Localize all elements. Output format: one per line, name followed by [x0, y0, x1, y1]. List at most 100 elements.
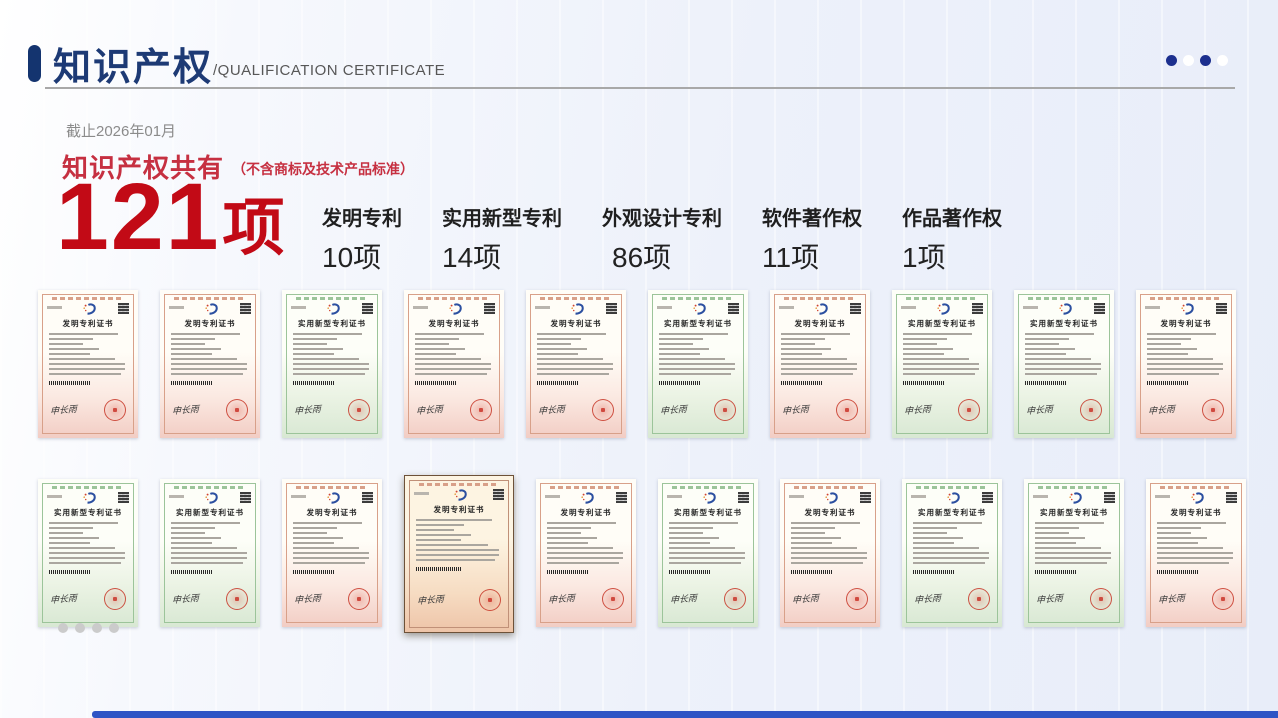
pager-dot[interactable] — [1166, 55, 1177, 66]
red-seal-stamp — [226, 588, 248, 610]
pagination-dot[interactable] — [92, 623, 102, 633]
certificate-thumbnail[interactable]: 发明专利证书 申长雨 — [780, 479, 880, 627]
cnipa-logo-icon — [946, 492, 963, 504]
certificate-border: 发明专利证书 申长雨 — [540, 483, 632, 623]
pager-dot[interactable] — [1183, 55, 1194, 66]
certificate-text-lines — [49, 333, 127, 378]
pagination-dot[interactable] — [109, 623, 119, 633]
qr-code — [484, 303, 495, 314]
certificate-thumbnail[interactable]: 实用新型专利证书 申长雨 — [282, 290, 382, 438]
certificate-thumbnail[interactable]: 实用新型专利证书 申长雨 — [1014, 290, 1114, 438]
certificate-header — [785, 490, 875, 505]
certificate-footer: 申长雨 — [50, 575, 126, 622]
certificate-footer: 申长雨 — [294, 575, 370, 622]
certificate-ornament — [418, 297, 490, 300]
certificate-header — [287, 490, 377, 505]
certificate-number-text — [535, 306, 550, 309]
qr-code — [240, 492, 251, 503]
cnipa-logo-icon — [702, 492, 719, 504]
certificate-thumbnail[interactable]: 实用新型专利证书 申长雨 — [38, 479, 138, 627]
barcode — [1025, 381, 1066, 385]
certificate-thumbnail[interactable]: 实用新型专利证书 申长雨 — [648, 290, 748, 438]
barcode — [537, 381, 578, 385]
barcode — [171, 570, 212, 574]
certificate-text-lines — [171, 522, 249, 567]
certificate-title: 发明专利证书 — [409, 318, 499, 329]
certificate-signature: 申长雨 — [294, 402, 321, 417]
certificate-text-lines — [416, 519, 502, 564]
certificate-text-lines — [781, 333, 859, 378]
certificate-footer: 申长雨 — [792, 575, 868, 622]
certificate-ornament — [1038, 486, 1110, 489]
certificate-thumbnail[interactable]: 实用新型专利证书 申长雨 — [658, 479, 758, 627]
certificate-ornament — [794, 486, 866, 489]
certificate-footer: 申长雨 — [660, 386, 736, 433]
total-count-unit: 项 — [223, 177, 285, 267]
certificate-number-text — [545, 495, 560, 498]
pager-dot[interactable] — [1200, 55, 1211, 66]
certificate-title: 发明专利证书 — [1151, 507, 1241, 518]
cnipa-logo-icon — [326, 492, 343, 504]
stat-software-copyrights: 软件著作权 11项 — [762, 202, 862, 276]
certificate-title: 实用新型专利证书 — [653, 318, 743, 329]
certificate-ornament — [906, 297, 978, 300]
as-of-date: 截止2026年01月 — [66, 120, 176, 141]
cnipa-logo-icon — [204, 303, 221, 315]
pager-dot[interactable] — [1217, 55, 1228, 66]
certificate-number-text — [47, 306, 62, 309]
certificate-number-text — [1033, 495, 1048, 498]
red-seal-stamp — [836, 399, 858, 421]
certificate-thumbnail[interactable]: 实用新型专利证书 申长雨 — [160, 479, 260, 627]
certificate-border: 发明专利证书 申长雨 — [409, 480, 509, 628]
certificate-number-text — [169, 306, 184, 309]
red-seal-stamp — [958, 399, 980, 421]
stat-value: 11项 — [762, 236, 862, 276]
barcode — [49, 381, 90, 385]
certificate-footer: 申长雨 — [538, 386, 614, 433]
header-divider — [45, 87, 1235, 89]
qr-code — [362, 492, 373, 503]
certificate-signature: 申长雨 — [792, 591, 819, 606]
cnipa-logo-icon — [580, 492, 597, 504]
certificate-footer: 申长雨 — [548, 575, 624, 622]
certificate-ornament — [1028, 297, 1100, 300]
qr-code — [850, 303, 861, 314]
certificate-signature: 申长雨 — [50, 402, 77, 417]
bottom-accent-bar — [92, 711, 1278, 718]
certificate-signature: 申长雨 — [294, 591, 321, 606]
certificate-text-lines — [49, 522, 127, 567]
barcode — [659, 381, 700, 385]
pagination-dot[interactable] — [58, 623, 68, 633]
certificate-thumbnail[interactable]: 发明专利证书 申长雨 — [1136, 290, 1236, 438]
certificate-thumbnail[interactable]: 发明专利证书 申长雨 — [536, 479, 636, 627]
qr-code — [1094, 303, 1105, 314]
certificate-border: 发明专利证书 申长雨 — [784, 483, 876, 623]
certificate-text-lines — [547, 522, 625, 567]
certificate-header — [165, 490, 255, 505]
certificate-thumbnail[interactable]: 发明专利证书 申长雨 — [282, 479, 382, 627]
certificate-thumbnail[interactable]: 发明专利证书 申长雨 — [404, 475, 514, 633]
certificate-signature: 申长雨 — [548, 591, 575, 606]
certificate-thumbnail[interactable]: 发明专利证书 申长雨 — [526, 290, 626, 438]
certificate-number-text — [169, 495, 184, 498]
certificate-title: 发明专利证书 — [775, 318, 865, 329]
qr-code — [606, 303, 617, 314]
certificate-thumbnail[interactable]: 实用新型专利证书 申长雨 — [1024, 479, 1124, 627]
certificate-footer: 申长雨 — [50, 386, 126, 433]
certificate-thumbnail[interactable]: 实用新型专利证书 申长雨 — [902, 479, 1002, 627]
certificate-thumbnail[interactable]: 发明专利证书 申长雨 — [38, 290, 138, 438]
certificate-thumbnail[interactable]: 发明专利证书 申长雨 — [404, 290, 504, 438]
stat-label: 作品著作权 — [902, 202, 1002, 231]
certificate-thumbnail[interactable]: 发明专利证书 申长雨 — [770, 290, 870, 438]
certificate-footer: 申长雨 — [172, 386, 248, 433]
certificate-ornament — [662, 297, 734, 300]
certificate-number-text — [901, 306, 916, 309]
certificate-thumbnail[interactable]: 实用新型专利证书 申长雨 — [892, 290, 992, 438]
certificate-header — [1029, 490, 1119, 505]
certificate-border: 实用新型专利证书 申长雨 — [42, 483, 134, 623]
certificate-thumbnail[interactable]: 发明专利证书 申长雨 — [1146, 479, 1246, 627]
pagination-dot[interactable] — [75, 623, 85, 633]
cnipa-logo-icon — [1190, 492, 1207, 504]
page-title: 知识产权 — [53, 36, 213, 91]
certificate-thumbnail[interactable]: 发明专利证书 申长雨 — [160, 290, 260, 438]
